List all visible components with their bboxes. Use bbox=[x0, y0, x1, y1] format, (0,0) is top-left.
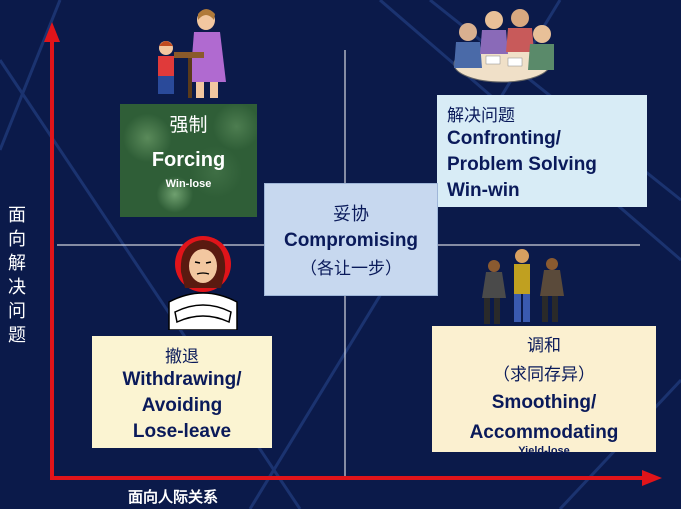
forcing-box: 强制 Forcing Win-lose bbox=[120, 104, 257, 217]
y-label-char: 向 bbox=[8, 229, 26, 250]
confronting-zh: 解决问题 bbox=[447, 106, 515, 126]
smoothing-line-2: Accommodating bbox=[469, 422, 619, 443]
smoothing-zh: 调和 bbox=[527, 336, 561, 356]
smoothing-line-1: Smoothing/ bbox=[491, 392, 597, 413]
x-axis-label: 面向人际关系 bbox=[128, 488, 219, 506]
smoothing-box: 调和 （求同存异） Smoothing/ Accommodating Yield… bbox=[432, 326, 656, 457]
smoothing-note: （求同存异） bbox=[493, 365, 595, 385]
y-label-char: 解 bbox=[8, 253, 26, 274]
group-meeting-clipart bbox=[453, 9, 554, 83]
confronting-box: 解决问题 Confronting/ Problem Solving Win-wi… bbox=[437, 95, 647, 207]
arms-crossed-woman-clipart bbox=[168, 236, 238, 330]
forcing-outcome: Win-lose bbox=[165, 178, 212, 190]
withdrawing-line-2: Avoiding bbox=[141, 395, 223, 416]
confronting-line-2: Problem Solving bbox=[447, 154, 597, 175]
withdrawing-line-1: Withdrawing/ bbox=[122, 369, 242, 390]
y-label-char: 问 bbox=[8, 301, 26, 322]
forcing-zh: 强制 bbox=[169, 114, 208, 136]
y-label-char: 面 bbox=[8, 205, 26, 226]
withdrawing-box: 撤退 Withdrawing/ Avoiding Lose-leave bbox=[92, 336, 272, 448]
y-axis-label: 面 向 解 决 问 题 bbox=[6, 204, 28, 348]
compromising-box: 妥协 Compromising （各让一步） bbox=[264, 183, 438, 296]
y-label-char: 题 bbox=[8, 325, 26, 346]
withdrawing-line-3: Lose-leave bbox=[132, 421, 232, 442]
smoothing-outcome: Yield-lose bbox=[518, 445, 570, 457]
y-label-char: 决 bbox=[8, 277, 26, 298]
compromising-zh: 妥协 bbox=[333, 204, 369, 225]
three-people-clipart bbox=[482, 249, 564, 324]
x-axis-arrow bbox=[642, 470, 662, 486]
compromising-note: （各让一步） bbox=[300, 259, 402, 279]
forcing-en: Forcing bbox=[151, 149, 226, 171]
teacher-student-clipart bbox=[158, 9, 226, 98]
confronting-line-3: Win-win bbox=[447, 180, 520, 201]
confronting-line-1: Confronting/ bbox=[447, 128, 561, 149]
compromising-en: Compromising bbox=[283, 230, 419, 251]
withdrawing-zh: 撤退 bbox=[165, 347, 199, 367]
